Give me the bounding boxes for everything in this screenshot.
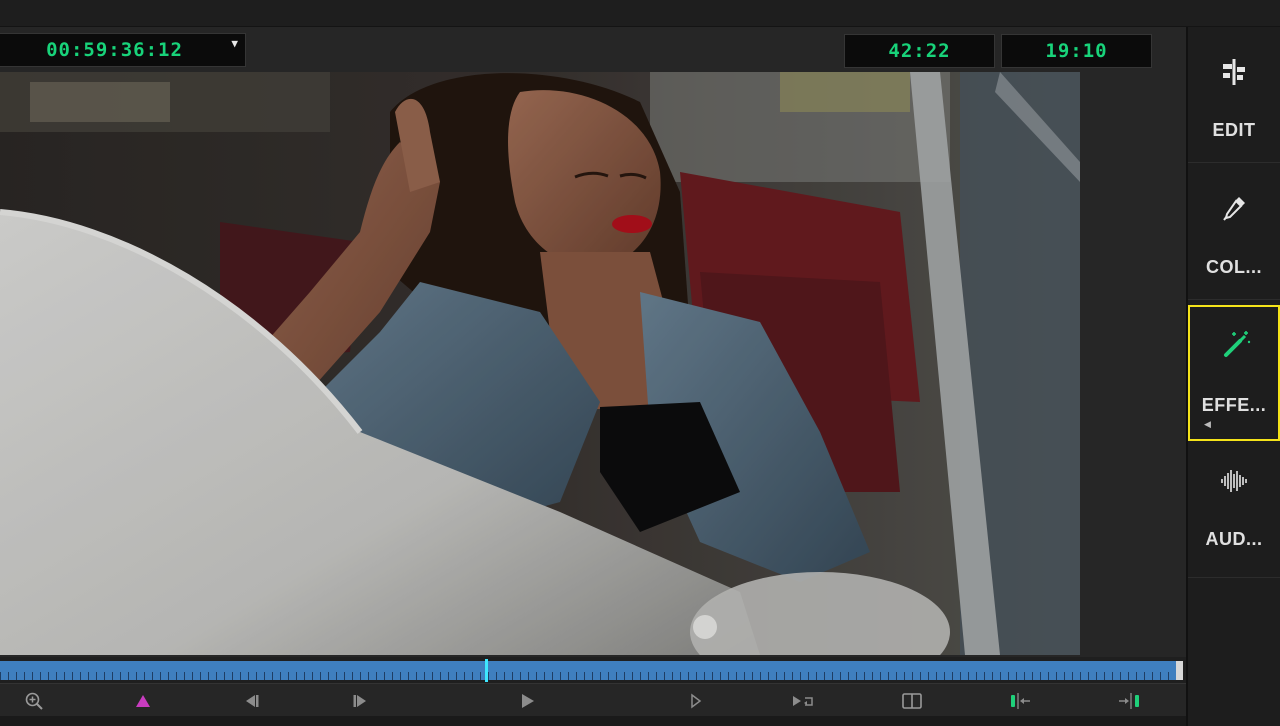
trim-out-button[interactable] xyxy=(1116,688,1144,714)
step-forward-icon xyxy=(353,695,366,707)
eyedropper-icon xyxy=(1223,197,1245,221)
zoom-in-icon xyxy=(25,692,43,710)
timeline-scrubber[interactable] xyxy=(0,657,1186,683)
duration-timecode: 42:22 xyxy=(888,40,951,62)
bottom-strip xyxy=(0,716,1186,726)
timecode-dropdown-caret-icon[interactable]: ▼ xyxy=(231,37,239,50)
next-edit-button[interactable] xyxy=(346,688,374,714)
trim-in-icon xyxy=(1011,693,1030,709)
sidebar-item-label: AUD... xyxy=(1205,529,1263,549)
marker-button[interactable] xyxy=(129,688,157,714)
sidebar-item-label: EDIT xyxy=(1212,120,1256,140)
duration-timecode-display[interactable]: 42:22 xyxy=(844,34,995,68)
end-timecode: 19:10 xyxy=(1045,40,1108,62)
step-back-icon xyxy=(246,695,259,707)
sidebar-item-color[interactable]: COL... xyxy=(1188,164,1280,300)
top-strip xyxy=(0,0,1280,27)
magic-wand-icon xyxy=(1224,331,1251,357)
trim-in-button[interactable] xyxy=(1007,688,1035,714)
play-icon xyxy=(522,694,534,708)
previous-edit-button[interactable] xyxy=(238,688,266,714)
video-frame-image xyxy=(0,72,1080,655)
zoom-button[interactable] xyxy=(20,688,48,714)
viewer-area: 00:59:36:12 ▼ 42:22 19:10 xyxy=(0,27,1186,726)
play-button[interactable] xyxy=(514,688,542,714)
loop-icon xyxy=(793,696,813,706)
edit-icon xyxy=(1223,59,1245,85)
video-frame[interactable] xyxy=(0,72,1080,655)
split-view-icon xyxy=(902,693,922,709)
waveform-icon xyxy=(1221,470,1247,492)
playhead[interactable] xyxy=(485,659,488,682)
sidebar-item-audio[interactable]: AUD... xyxy=(1188,442,1280,578)
play-outline-icon xyxy=(691,693,702,709)
transport-bar xyxy=(0,683,1186,717)
loop-button[interactable] xyxy=(790,688,818,714)
sidebar-item-label: EFFE... xyxy=(1201,395,1267,415)
trim-out-icon xyxy=(1119,693,1139,709)
current-timecode: 00:59:36:12 xyxy=(46,39,183,61)
current-timecode-display[interactable]: 00:59:36:12 ▼ xyxy=(0,33,246,67)
sidebar-item-effects[interactable]: EFFE... ◀ xyxy=(1188,305,1280,441)
play-around-button[interactable] xyxy=(682,688,710,714)
compare-view-button[interactable] xyxy=(898,688,926,714)
effects-expand-caret-icon[interactable]: ◀ xyxy=(1204,419,1211,430)
scrubber-ticks xyxy=(0,672,1183,680)
marker-icon xyxy=(136,695,150,707)
room-sidebar: EDIT COL... EFFE... ◀ AUD... xyxy=(1186,27,1280,726)
timecode-bar: 00:59:36:12 ▼ 42:22 19:10 xyxy=(0,27,1186,72)
sidebar-item-label: COL... xyxy=(1206,257,1262,277)
scrubber-end-marker xyxy=(1176,661,1183,680)
sidebar-item-edit[interactable]: EDIT xyxy=(1188,27,1280,163)
end-timecode-display[interactable]: 19:10 xyxy=(1001,34,1152,68)
